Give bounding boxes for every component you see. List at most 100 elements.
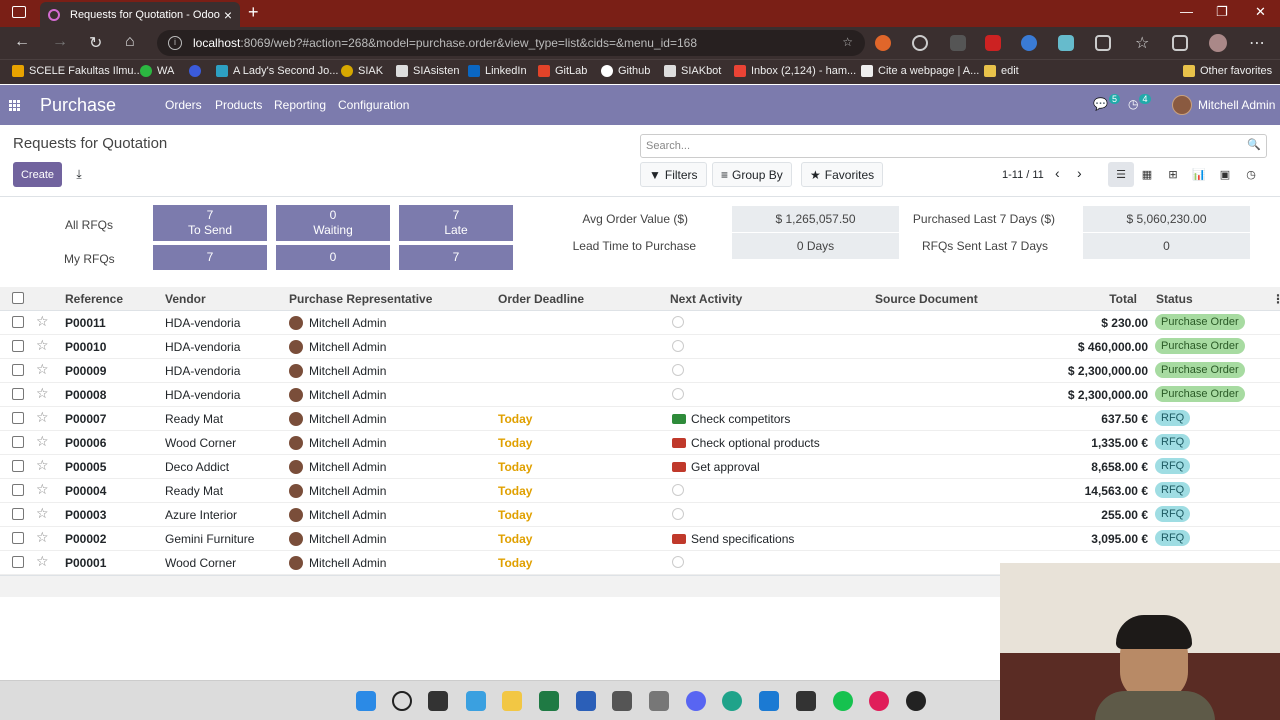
table-row[interactable]: ☆ P00002 Gemini Furniture Mitchell Admin… bbox=[0, 527, 1280, 551]
bookmark-item[interactable]: SIAKbot bbox=[664, 65, 721, 77]
slack-icon[interactable] bbox=[869, 691, 889, 711]
next-activity[interactable]: Get approval bbox=[672, 460, 760, 474]
excel-icon[interactable] bbox=[539, 691, 559, 711]
pager-next-icon[interactable]: › bbox=[1077, 165, 1082, 181]
priority-star-icon[interactable]: ☆ bbox=[36, 337, 49, 354]
row-checkbox[interactable] bbox=[12, 508, 24, 520]
extension-icon[interactable] bbox=[950, 35, 966, 51]
col-vendor[interactable]: Vendor bbox=[165, 292, 206, 306]
activity-clock-icon[interactable] bbox=[672, 364, 684, 376]
profile-avatar-icon[interactable] bbox=[1209, 34, 1227, 52]
extension-icon[interactable] bbox=[912, 35, 928, 51]
site-info-icon[interactable]: i bbox=[168, 36, 182, 50]
col-source-document[interactable]: Source Document bbox=[875, 292, 978, 306]
priority-star-icon[interactable]: ☆ bbox=[36, 505, 49, 522]
col-deadline[interactable]: Order Deadline bbox=[498, 292, 584, 306]
late-box[interactable]: 7 Late bbox=[399, 205, 513, 241]
forward-icon[interactable]: → bbox=[52, 33, 68, 51]
activity-clock-icon[interactable] bbox=[672, 316, 684, 328]
tab-actions-icon[interactable] bbox=[12, 6, 26, 18]
search-input[interactable]: Search... 🔍 bbox=[640, 134, 1267, 158]
app-name[interactable]: Purchase bbox=[40, 95, 116, 116]
activity-clock-icon[interactable] bbox=[672, 340, 684, 352]
task-view-icon[interactable] bbox=[428, 691, 448, 711]
group-by-button[interactable]: ≡ Group By bbox=[712, 162, 792, 187]
bookmark-item[interactable]: GitLab bbox=[538, 65, 587, 77]
row-checkbox[interactable] bbox=[12, 364, 24, 376]
priority-star-icon[interactable]: ☆ bbox=[36, 457, 49, 474]
row-checkbox[interactable] bbox=[12, 412, 24, 424]
activity-clock-icon[interactable] bbox=[672, 484, 684, 496]
col-total[interactable]: Total bbox=[1109, 292, 1137, 306]
priority-star-icon[interactable]: ☆ bbox=[36, 385, 49, 402]
next-activity[interactable] bbox=[672, 364, 684, 379]
col-status[interactable]: Status bbox=[1156, 292, 1193, 306]
vscode-icon[interactable] bbox=[759, 691, 779, 711]
row-checkbox[interactable] bbox=[12, 556, 24, 568]
row-checkbox[interactable] bbox=[12, 340, 24, 352]
graph-view-icon[interactable]: 📊 bbox=[1186, 162, 1212, 187]
waiting-box[interactable]: 0 Waiting bbox=[276, 205, 390, 241]
table-row[interactable]: ☆ P00007 Ready Mat Mitchell Admin Today … bbox=[0, 407, 1280, 431]
sticky-notes-icon[interactable] bbox=[796, 691, 816, 711]
filters-button[interactable]: ▼ Filters bbox=[640, 162, 707, 187]
minimize-icon[interactable]: — bbox=[1180, 4, 1193, 19]
menu-configuration[interactable]: Configuration bbox=[338, 98, 409, 112]
favorite-star-icon[interactable]: ☆ bbox=[842, 35, 853, 49]
file-explorer-icon[interactable] bbox=[502, 691, 522, 711]
menu-products[interactable]: Products bbox=[215, 98, 262, 112]
row-checkbox[interactable] bbox=[12, 484, 24, 496]
extension-icon[interactable] bbox=[875, 35, 891, 51]
bookmark-item[interactable]: A Lady's Second Jo... bbox=[216, 65, 338, 77]
extensions-puzzle-icon[interactable] bbox=[1095, 35, 1111, 51]
to-send-box[interactable]: 7 To Send bbox=[153, 205, 267, 241]
bookmark-item[interactable]: SIAK bbox=[341, 65, 383, 77]
extension-icon[interactable] bbox=[985, 35, 1001, 51]
row-checkbox[interactable] bbox=[12, 436, 24, 448]
bookmark-item[interactable]: WA bbox=[140, 65, 174, 77]
next-activity[interactable]: Check competitors bbox=[672, 412, 790, 426]
refresh-icon[interactable]: ↻ bbox=[89, 33, 102, 53]
priority-star-icon[interactable]: ☆ bbox=[36, 481, 49, 498]
menu-reporting[interactable]: Reporting bbox=[274, 98, 326, 112]
bookmark-item[interactable]: Inbox (2,124) - ham... bbox=[734, 65, 856, 77]
activity-clock-icon[interactable] bbox=[672, 388, 684, 400]
table-row[interactable]: ☆ P00010 HDA-vendoria Mitchell Admin $ 4… bbox=[0, 335, 1280, 359]
col-next-activity[interactable]: Next Activity bbox=[670, 292, 742, 306]
next-activity[interactable] bbox=[672, 484, 684, 499]
row-checkbox[interactable] bbox=[12, 316, 24, 328]
new-tab-icon[interactable]: + bbox=[248, 2, 259, 23]
next-activity[interactable] bbox=[672, 508, 684, 523]
row-checkbox[interactable] bbox=[12, 532, 24, 544]
my-waiting-box[interactable]: 0 bbox=[276, 245, 390, 270]
table-row[interactable]: ☆ P00006 Wood Corner Mitchell Admin Toda… bbox=[0, 431, 1280, 455]
row-checkbox[interactable] bbox=[12, 388, 24, 400]
next-activity[interactable] bbox=[672, 556, 684, 571]
table-row[interactable]: ☆ P00004 Ready Mat Mitchell Admin Today … bbox=[0, 479, 1280, 503]
table-row[interactable]: ☆ P00009 HDA-vendoria Mitchell Admin $ 2… bbox=[0, 359, 1280, 383]
widgets-icon[interactable] bbox=[466, 691, 486, 711]
optional-columns-icon[interactable]: ⋮ bbox=[1272, 292, 1280, 306]
priority-star-icon[interactable]: ☆ bbox=[36, 553, 49, 570]
calendar-view-icon[interactable]: ▣ bbox=[1212, 162, 1238, 187]
next-activity[interactable] bbox=[672, 388, 684, 403]
bookmark-item[interactable]: SCELE Fakultas Ilmu... bbox=[12, 65, 143, 77]
my-to-send-box[interactable]: 7 bbox=[153, 245, 267, 270]
next-activity[interactable] bbox=[672, 340, 684, 355]
priority-star-icon[interactable]: ☆ bbox=[36, 409, 49, 426]
back-icon[interactable]: ← bbox=[14, 33, 30, 51]
next-activity[interactable] bbox=[672, 316, 684, 331]
bookmark-item[interactable] bbox=[189, 65, 206, 77]
word-icon[interactable] bbox=[576, 691, 596, 711]
bookmark-folder[interactable]: Other favorites bbox=[1183, 65, 1272, 77]
menu-orders[interactable]: Orders bbox=[165, 98, 202, 112]
priority-star-icon[interactable]: ☆ bbox=[36, 433, 49, 450]
activities-button[interactable]: ◷ 4 bbox=[1128, 94, 1151, 111]
edge-icon[interactable] bbox=[722, 691, 742, 711]
col-representative[interactable]: Purchase Representative bbox=[289, 292, 432, 306]
next-activity[interactable]: Send specifications bbox=[672, 532, 794, 546]
bookmark-item[interactable]: Github bbox=[601, 65, 650, 77]
my-late-box[interactable]: 7 bbox=[399, 245, 513, 270]
bookmark-folder[interactable]: edit bbox=[984, 65, 1019, 77]
col-reference[interactable]: Reference bbox=[65, 292, 123, 306]
